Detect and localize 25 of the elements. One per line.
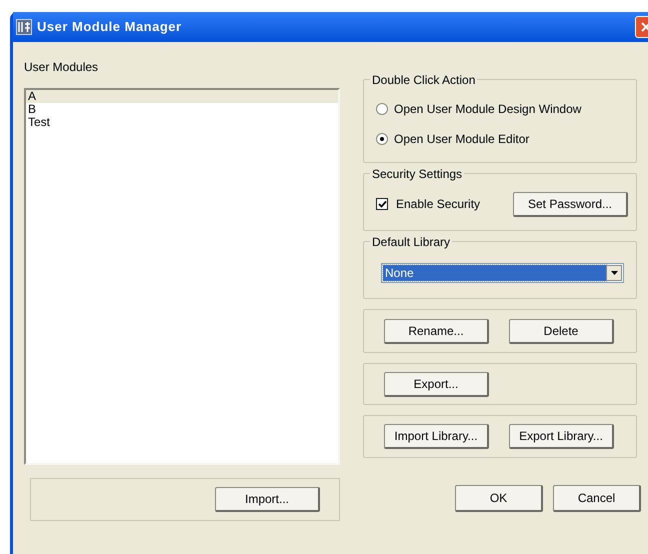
- radio-button[interactable]: [376, 103, 388, 115]
- radio-option[interactable]: Open User Module Editor: [376, 130, 624, 148]
- library-dropdown[interactable]: None: [381, 263, 624, 283]
- section-label: User Modules: [24, 59, 100, 76]
- radio-label: Open User Module Design Window: [394, 101, 582, 118]
- list-item[interactable]: A: [26, 90, 338, 103]
- radio-button[interactable]: [376, 133, 388, 145]
- dropdown-value: None: [383, 265, 606, 281]
- module-list[interactable]: A B Test: [24, 88, 340, 465]
- push-button[interactable]: Import Library...: [384, 424, 489, 449]
- push-button[interactable]: Cancel: [553, 485, 641, 512]
- radio-option[interactable]: Open User Module Design Window: [376, 100, 624, 118]
- checkbox-label: Enable Security: [396, 196, 480, 213]
- push-button[interactable]: Set Password...: [513, 192, 628, 216]
- push-button[interactable]: Delete: [509, 318, 614, 344]
- push-button[interactable]: OK: [455, 485, 543, 512]
- window-title: User Module Manager: [37, 18, 182, 36]
- radio-label: Open User Module Editor: [394, 131, 530, 148]
- app-icon: [16, 19, 32, 35]
- push-button[interactable]: Rename...: [384, 318, 489, 344]
- checkbox[interactable]: [376, 198, 388, 210]
- push-button[interactable]: Import...: [215, 487, 320, 512]
- close-icon: [641, 22, 648, 32]
- push-button[interactable]: Export...: [384, 372, 489, 396]
- push-button[interactable]: Export Library...: [509, 424, 614, 449]
